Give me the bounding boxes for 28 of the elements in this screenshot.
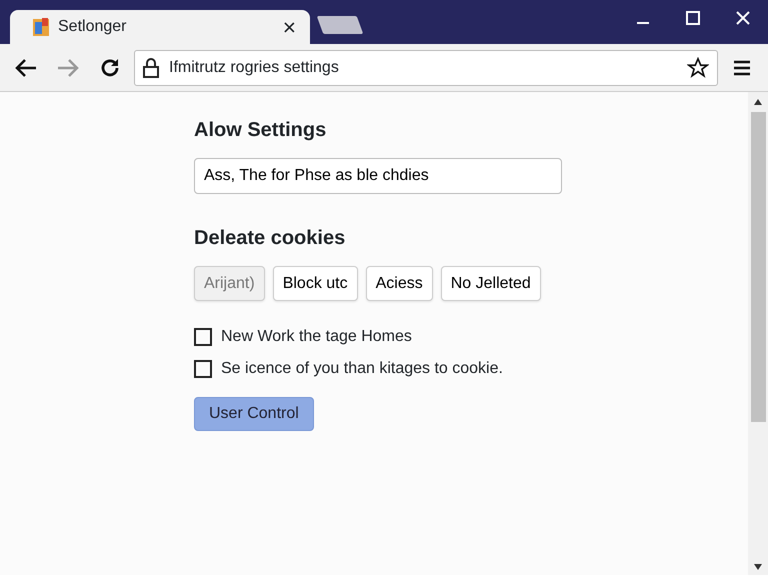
page-heading: Alow Settings <box>194 118 328 142</box>
option-button[interactable]: Aciess <box>366 266 433 301</box>
checkbox[interactable] <box>194 328 212 346</box>
checkbox-label: New Work the tage Homes <box>221 327 412 347</box>
option-button[interactable]: No Jelleted <box>440 266 541 301</box>
option-button[interactable]: Arijant) <box>194 266 265 301</box>
browser-tab[interactable]: Setlonger × <box>10 10 310 44</box>
section-heading: Deleate cookies <box>194 226 346 250</box>
back-arrow-icon[interactable] <box>15 58 37 78</box>
checkbox-label: Se icence of you than kitages to cookie. <box>221 359 503 379</box>
address-bar[interactable]: Ifmitrutz rogries settings <box>134 50 718 86</box>
reload-icon[interactable] <box>99 56 121 78</box>
close-icon[interactable] <box>736 11 750 26</box>
lock-icon <box>143 58 159 78</box>
user-control-button[interactable]: User Control <box>194 397 314 431</box>
menu-icon[interactable] <box>733 60 751 76</box>
scrollbar-thumb[interactable] <box>750 112 766 422</box>
page-icon <box>32 17 50 37</box>
text-field[interactable]: Ass, The for Phse as ble chdies <box>194 158 562 194</box>
close-tab-icon[interactable]: × <box>282 10 296 44</box>
scroll-up-icon[interactable] <box>753 98 763 106</box>
forward-arrow-icon[interactable] <box>57 58 79 78</box>
option-button[interactable]: Block utc <box>272 266 358 301</box>
browser-tab[interactable] <box>316 16 364 34</box>
star-icon[interactable] <box>687 56 709 78</box>
scroll-down-icon[interactable] <box>753 563 763 571</box>
maximize-icon[interactable] <box>686 11 700 26</box>
checkbox[interactable] <box>194 360 212 378</box>
